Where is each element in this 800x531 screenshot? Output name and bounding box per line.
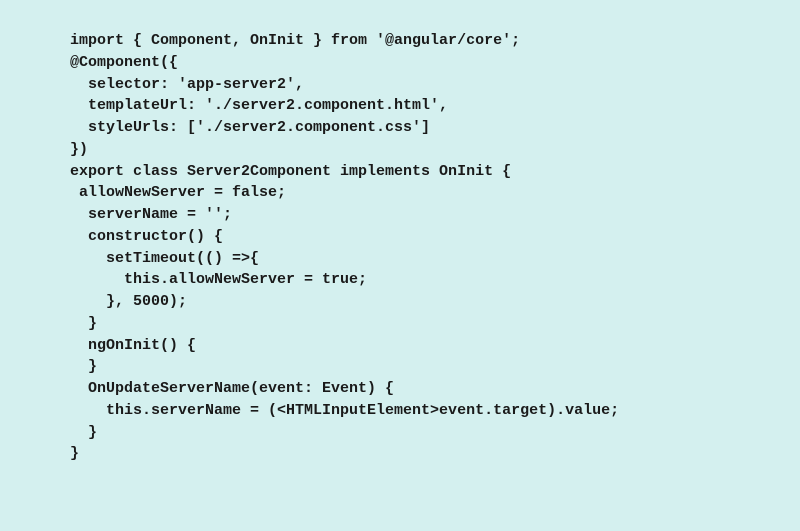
code-line: export class Server2Component implements… [70, 161, 800, 183]
code-line: this.allowNewServer = true; [70, 269, 800, 291]
code-line: styleUrls: ['./server2.component.css'] [70, 117, 800, 139]
code-block: import { Component, OnInit } from '@angu… [70, 30, 800, 465]
code-line: @Component({ [70, 52, 800, 74]
code-line: serverName = ''; [70, 204, 800, 226]
code-line: constructor() { [70, 226, 800, 248]
code-line: import { Component, OnInit } from '@angu… [70, 30, 800, 52]
code-line: selector: 'app-server2', [70, 74, 800, 96]
code-line: } [70, 356, 800, 378]
code-line: templateUrl: './server2.component.html', [70, 95, 800, 117]
code-line: } [70, 422, 800, 444]
code-line: this.serverName = (<HTMLInputElement>eve… [70, 400, 800, 422]
code-line: } [70, 313, 800, 335]
code-line: } [70, 443, 800, 465]
code-line: }, 5000); [70, 291, 800, 313]
code-line: allowNewServer = false; [70, 182, 800, 204]
code-line: }) [70, 139, 800, 161]
code-line: setTimeout(() =>{ [70, 248, 800, 270]
code-line: ngOnInit() { [70, 335, 800, 357]
code-line: OnUpdateServerName(event: Event) { [70, 378, 800, 400]
